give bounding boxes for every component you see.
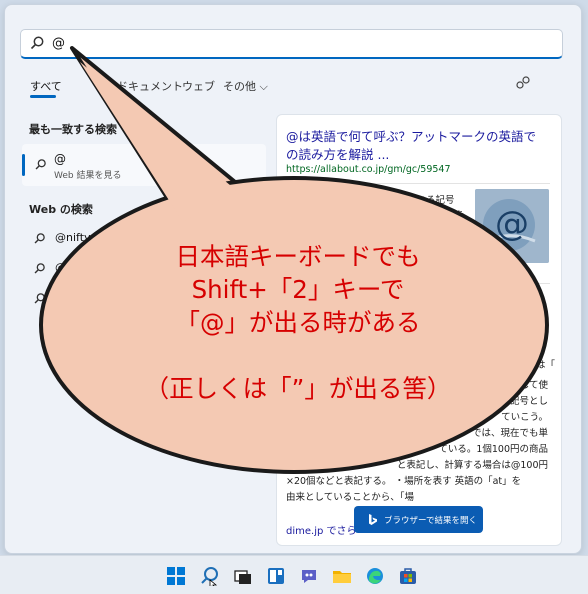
callout-text: 日本語キーボードでも Shift+「2」キーで 「@」が出る時がある （正しくは… (144, 242, 452, 403)
